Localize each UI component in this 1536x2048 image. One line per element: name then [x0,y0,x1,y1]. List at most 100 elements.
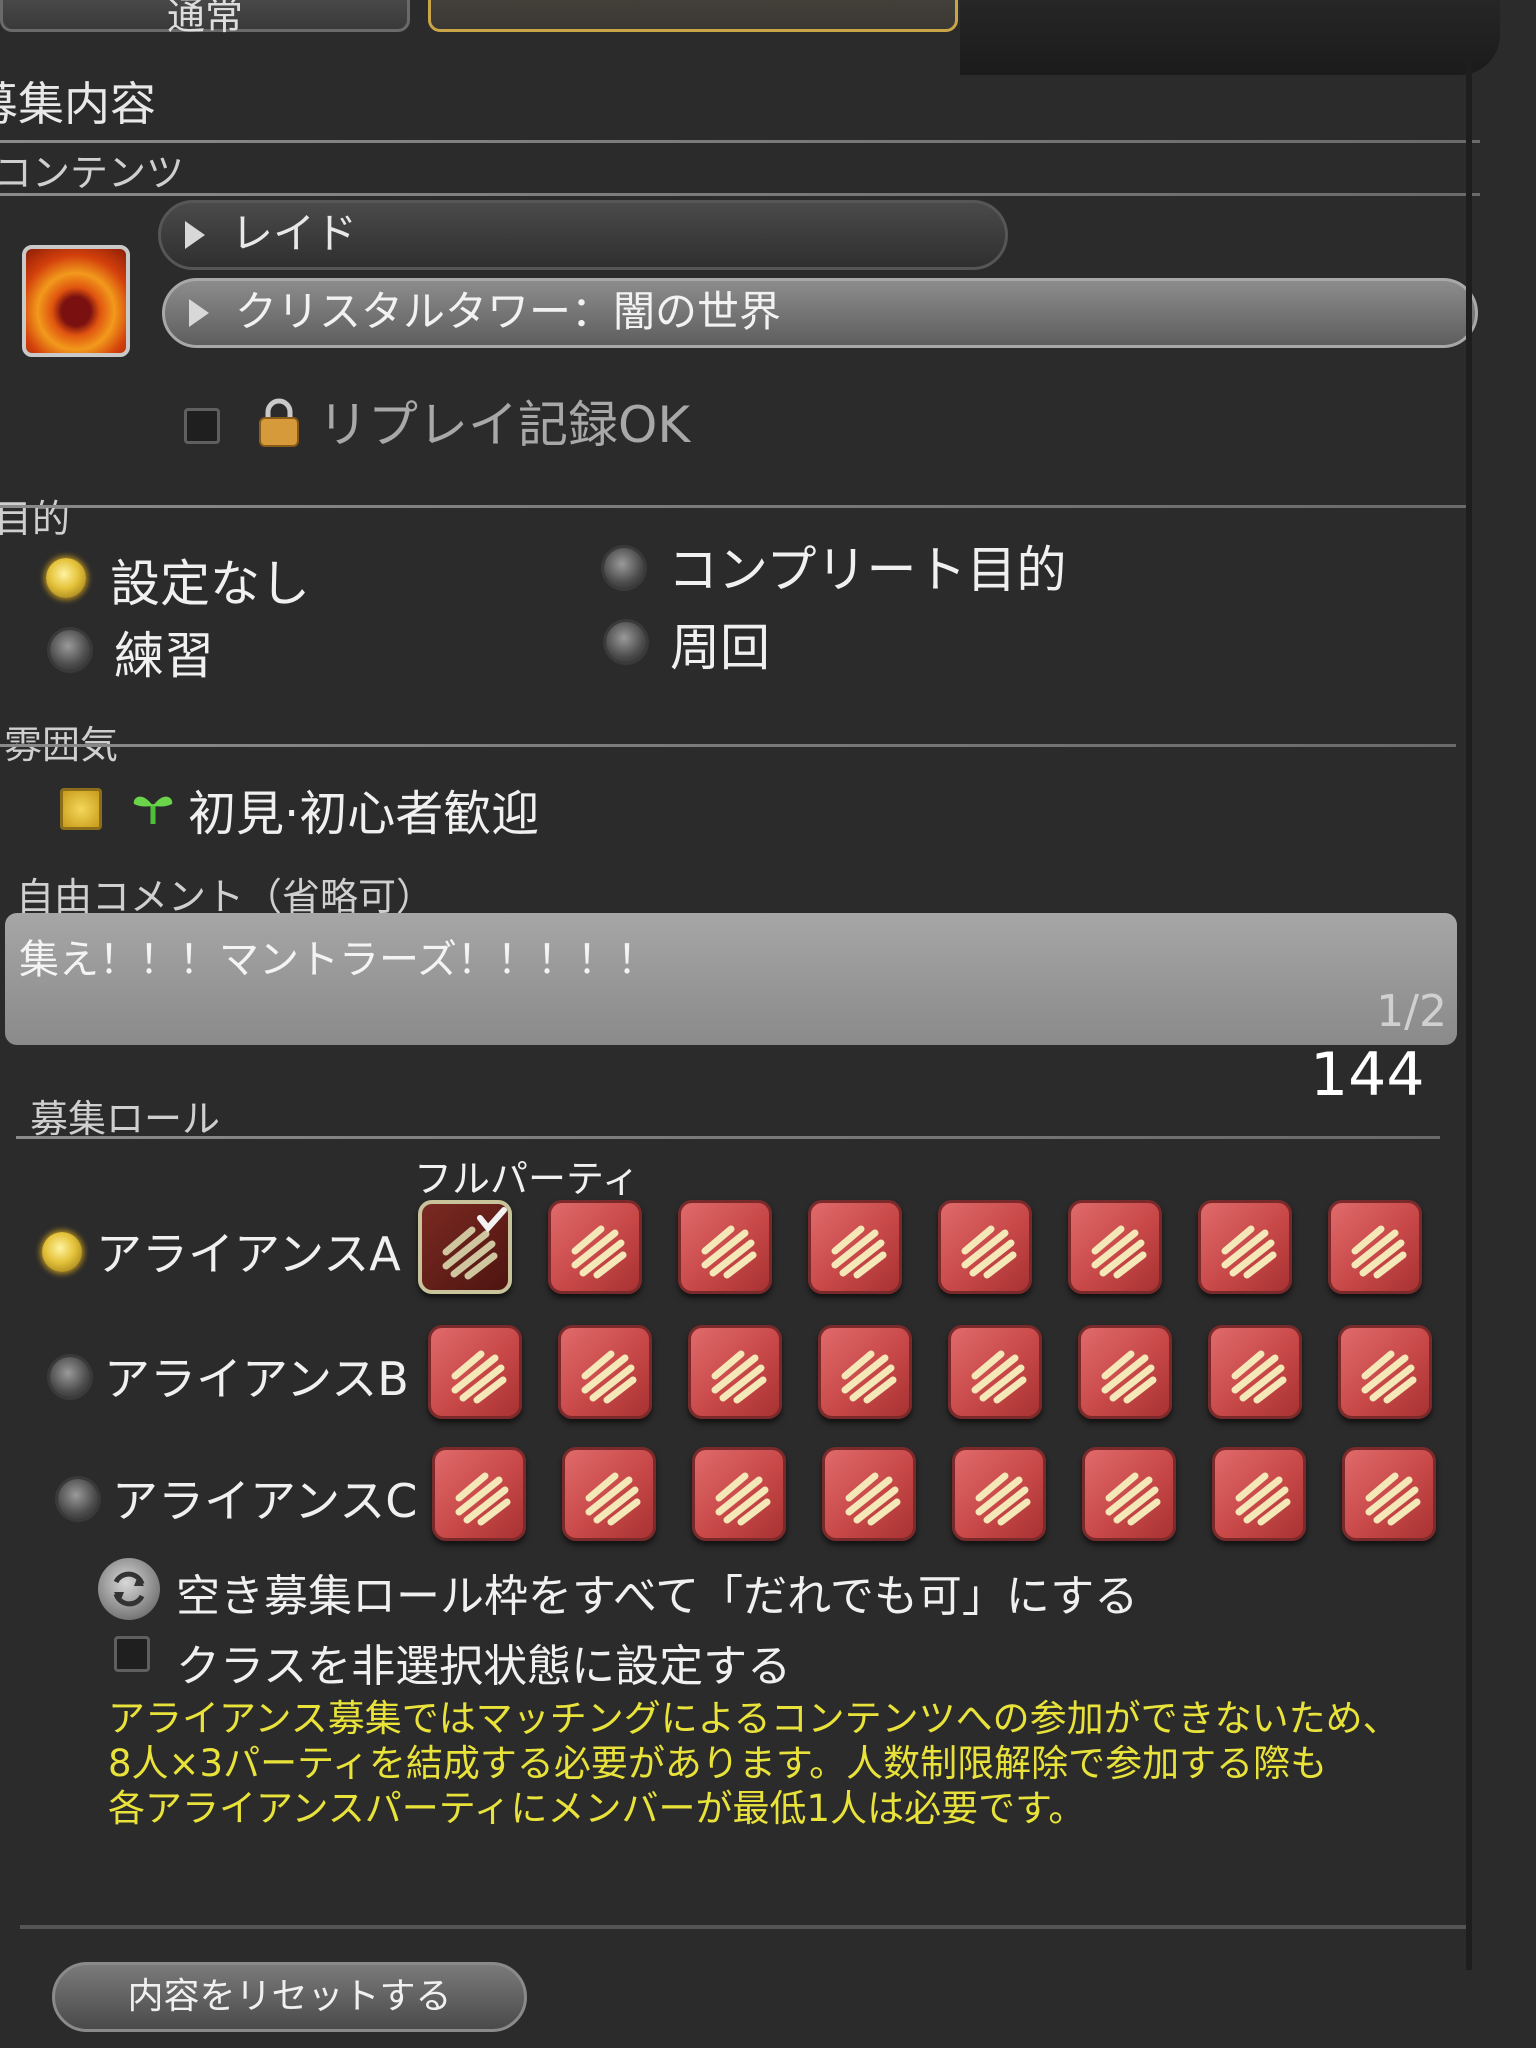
divider [20,1925,1470,1929]
role-slot[interactable] [952,1447,1046,1541]
page-title: 募集内容 [0,77,156,131]
any-role-icon [971,1350,1027,1404]
check-icon [477,1207,507,1233]
tab-active[interactable] [428,0,958,32]
any-role-icon [1351,1225,1407,1279]
replay-checkbox[interactable] [184,408,220,444]
padlock-icon [250,396,308,450]
divider [0,744,1456,747]
duty-select[interactable]: クリスタルタワー：闇の世界 [162,278,1478,348]
beginner-welcome-checkbox[interactable] [60,788,102,830]
purpose-farming-radio[interactable] [606,622,646,662]
alliance-radio[interactable] [42,1232,82,1272]
role-slot[interactable] [678,1200,772,1294]
alliance-radio[interactable] [58,1479,98,1519]
divider [0,193,1480,196]
atmosphere-section-label: 雰囲気 [4,723,119,767]
expand-arrow-icon [189,299,209,327]
content-category-value: レイド [231,209,358,258]
any-role-icon [831,1225,887,1279]
any-role-icon [1221,1225,1277,1279]
any-role-icon [975,1472,1031,1526]
purpose-practice-radio[interactable] [50,630,90,670]
role-slot[interactable] [558,1325,652,1419]
any-role-icon [455,1472,511,1526]
role-slot[interactable] [692,1447,786,1541]
any-role-icon [1091,1225,1147,1279]
purpose-complete-label: コンプリート目的 [668,541,1067,599]
set-anyone-label[interactable]: 空き募集ロール枠をすべて「だれでも可」にする [176,1560,1138,1624]
notice-line: アライアンス募集ではマッチングによるコンテンツへの参加ができないため、 [108,1697,1400,1740]
any-role-icon [961,1225,1017,1279]
reset-button-label: 内容をリセットする [127,1976,452,2017]
any-role-icon [1365,1472,1421,1526]
tab-normal[interactable]: 通常 [0,0,410,38]
role-slot[interactable] [562,1447,656,1541]
content-section-label: コンテンツ [0,151,185,195]
role-slot[interactable] [432,1447,526,1541]
role-slot[interactable] [428,1325,522,1419]
tab-bar-background [960,0,1500,75]
comment-page-indicator: 1/2 [1376,986,1447,1037]
refresh-icon[interactable] [98,1558,160,1620]
deselect-class-label: クラスを非選択状態に設定する [176,1641,792,1692]
any-role-icon [1231,1350,1287,1404]
role-slot[interactable] [938,1200,1032,1294]
content-category-select[interactable]: レイド [158,200,1008,270]
role-slot[interactable] [1068,1200,1162,1294]
sprout-icon [130,786,176,826]
notice-line: 8人×3パーティを結成する必要があります。人数制限解除で参加する際も [108,1742,1328,1785]
role-slot[interactable] [1208,1325,1302,1419]
notice-line: 各アライアンスパーティにメンバーが最低1人は必要です。 [108,1787,1086,1830]
role-slot[interactable] [948,1325,1042,1419]
raid-content-icon [22,245,130,357]
role-slot[interactable] [1328,1200,1422,1294]
divider [16,1136,1440,1139]
role-slot[interactable] [1342,1447,1436,1541]
role-slot[interactable] [688,1325,782,1419]
role-slot[interactable] [1338,1325,1432,1419]
purpose-section-label: 目的 [0,497,71,541]
beginner-welcome-label: 初見·初心者歓迎 [188,786,540,842]
role-slot[interactable] [818,1325,912,1419]
role-slot[interactable] [1212,1447,1306,1541]
role-slot[interactable] [548,1200,642,1294]
alliance-label: アライアンスC [112,1474,418,1528]
purpose-none-label: 設定なし [110,555,310,613]
any-role-icon [711,1350,767,1404]
alliance-label: アライアンスA [96,1227,401,1281]
any-role-icon [701,1225,757,1279]
reset-button[interactable]: 内容をリセットする [52,1962,527,2032]
divider [0,140,1480,143]
purpose-none-radio[interactable] [46,558,86,598]
role-slot[interactable] [822,1447,916,1541]
role-slot[interactable] [808,1200,902,1294]
comment-value: 集え！！！マントラーズ！！！！！ [19,937,657,983]
role-slot[interactable] [1082,1447,1176,1541]
alliance-radio[interactable] [50,1357,90,1397]
roles-section-label: 募集ロール [30,1097,221,1141]
duty-value: クリスタルタワー：闇の世界 [235,287,782,336]
divider [0,505,1466,508]
any-role-icon [571,1225,627,1279]
any-role-icon [442,1207,507,1280]
alliance-notice: アライアンス募集ではマッチングによるコンテンツへの参加ができないため、 8人×3… [108,1696,1408,1831]
any-role-icon [1361,1350,1417,1404]
deselect-class-checkbox[interactable] [114,1636,150,1672]
any-role-icon [1235,1472,1291,1526]
any-role-icon [585,1472,641,1526]
replay-label: リプレイ記録OK [318,396,691,454]
full-party-slot[interactable] [418,1200,512,1294]
full-party-label: フルパーティ [414,1157,640,1201]
any-role-icon [1101,1350,1157,1404]
role-slot[interactable] [1078,1325,1172,1419]
any-role-icon [581,1350,637,1404]
any-role-icon [451,1350,507,1404]
any-role-icon [1105,1472,1161,1526]
any-role-icon [845,1472,901,1526]
any-role-icon [841,1350,897,1404]
comment-input[interactable]: 集え！！！マントラーズ！！！！！ 1/2 [5,913,1457,1045]
purpose-complete-radio[interactable] [604,548,644,588]
role-slot[interactable] [1198,1200,1292,1294]
expand-arrow-icon [185,221,205,249]
